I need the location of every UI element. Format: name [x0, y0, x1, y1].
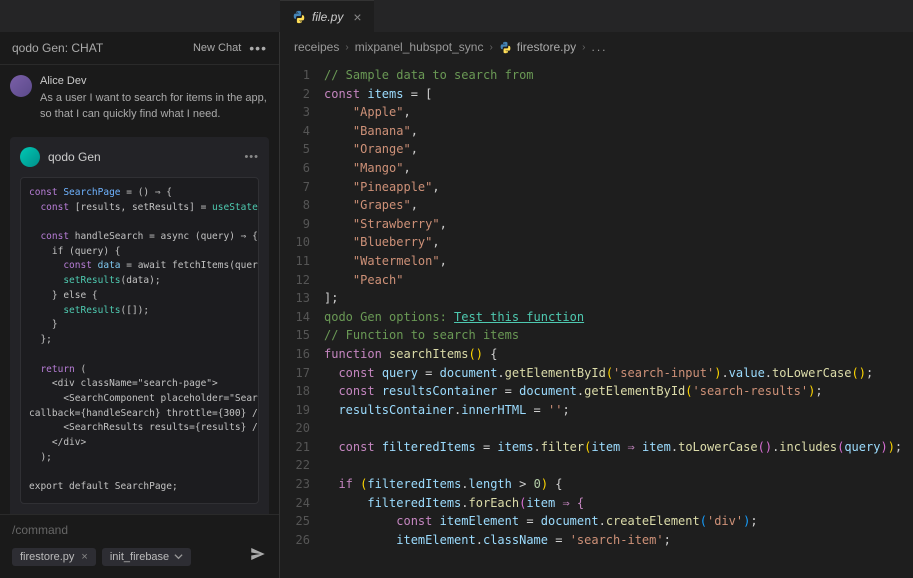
user-avatar — [10, 75, 32, 97]
breadcrumb-item[interactable]: receipes — [294, 40, 339, 54]
breadcrumb-item[interactable]: firestore.py — [499, 40, 576, 54]
chat-title: qodo Gen: CHAT — [12, 41, 103, 55]
code-content[interactable]: // Sample data to search from const item… — [324, 66, 913, 574]
send-icon[interactable] — [249, 545, 267, 568]
chevron-right-icon: › — [489, 42, 492, 53]
chevron-right-icon: › — [345, 42, 348, 53]
tab-filename: file.py — [312, 10, 343, 24]
chip-remove-icon[interactable]: × — [81, 551, 87, 563]
breadcrumb-item[interactable]: mixpanel_hubspot_sync — [355, 40, 484, 54]
bot-message: qodo Gen ••• const SearchPage = () ⇒ { c… — [10, 137, 269, 514]
bot-menu-icon[interactable]: ••• — [244, 151, 259, 163]
tab-close-icon[interactable]: × — [353, 9, 361, 25]
new-chat-button[interactable]: New Chat — [193, 42, 241, 54]
code-editor[interactable]: 1234567891011121314151617181920212223242… — [280, 62, 913, 578]
file-chip-init-firebase[interactable]: init_firebase — [102, 548, 191, 566]
python-icon — [499, 40, 513, 54]
python-icon — [292, 10, 306, 24]
code-snippet: const SearchPage = () ⇒ { const [results… — [20, 177, 259, 504]
breadcrumb: receipes › mixpanel_hubspot_sync › fires… — [280, 32, 913, 62]
editor-tab[interactable]: file.py × — [280, 0, 374, 32]
bot-name: qodo Gen — [48, 150, 101, 164]
user-name: Alice Dev — [40, 75, 269, 87]
user-message: As a user I want to search for items in … — [40, 91, 269, 123]
chevron-down-icon — [174, 552, 183, 561]
chevron-right-icon: › — [582, 42, 585, 53]
bot-avatar — [20, 147, 40, 167]
command-input[interactable]: /command — [12, 523, 267, 537]
file-chip-firestore[interactable]: firestore.py× — [12, 548, 96, 566]
breadcrumb-more[interactable]: ... — [592, 40, 608, 54]
chat-menu-icon[interactable]: ••• — [249, 40, 267, 56]
line-gutter: 1234567891011121314151617181920212223242… — [280, 66, 324, 574]
